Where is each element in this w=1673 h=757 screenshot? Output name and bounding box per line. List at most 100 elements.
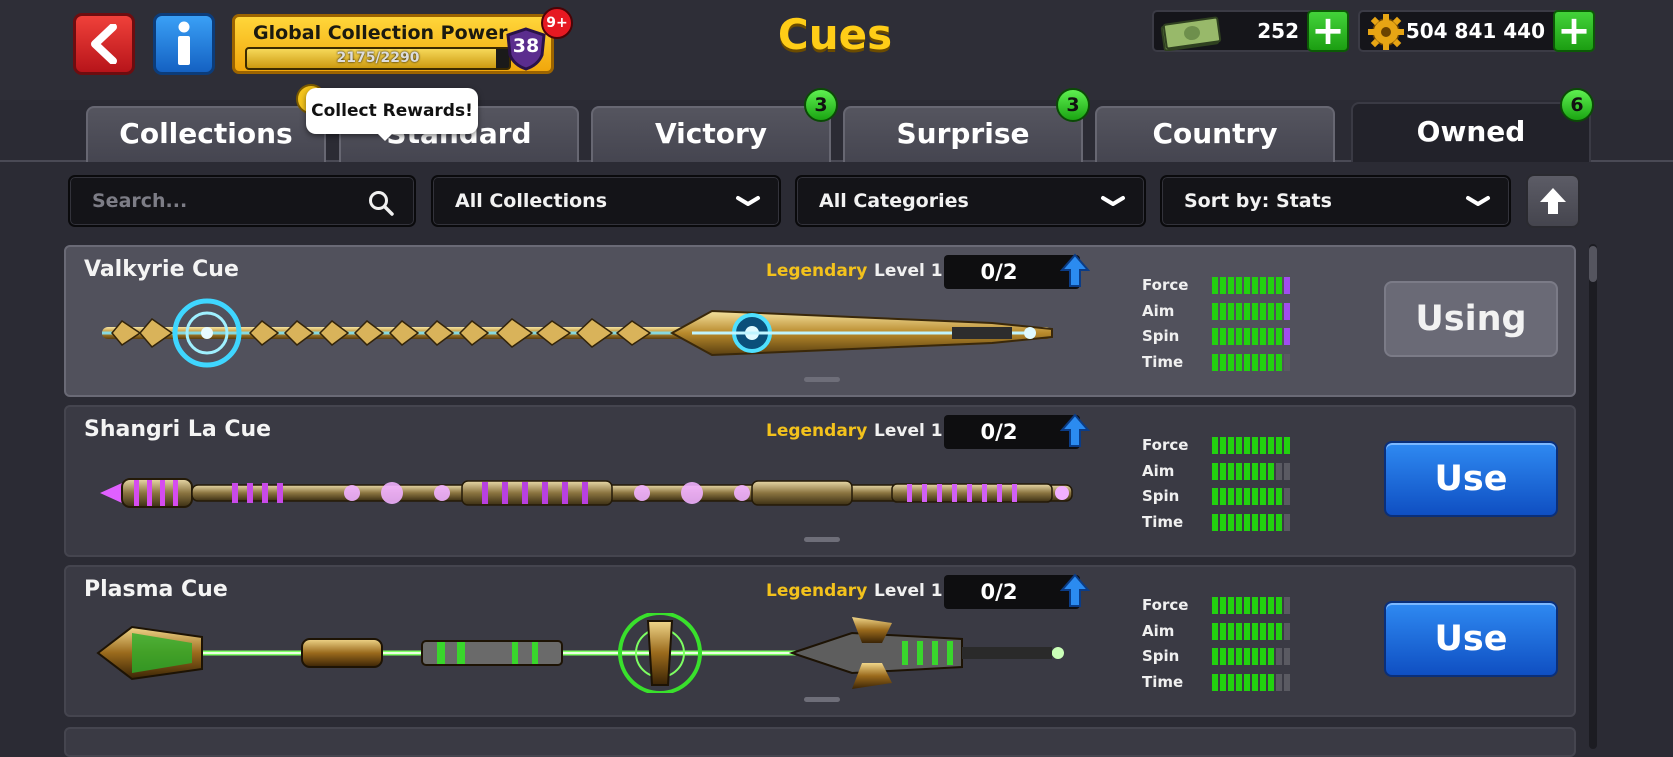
stat-label: Force bbox=[1142, 276, 1189, 294]
stat-segment bbox=[1268, 277, 1274, 294]
stat-segment bbox=[1212, 648, 1218, 665]
cue-name: Plasma Cue bbox=[84, 577, 228, 602]
collection-power-button[interactable]: Global Collection Power 2175/2290 38 bbox=[232, 14, 554, 74]
using-button[interactable]: Using bbox=[1384, 281, 1558, 357]
stat-label: Spin bbox=[1142, 647, 1180, 665]
upgrade-arrow-icon[interactable] bbox=[1060, 413, 1090, 449]
scrollbar-thumb[interactable] bbox=[1589, 246, 1597, 282]
cash-counter: 252 + bbox=[1152, 10, 1349, 52]
stat-segment bbox=[1268, 513, 1274, 531]
upgrade-arrow-icon[interactable] bbox=[1060, 573, 1090, 609]
stat-segment bbox=[1284, 353, 1290, 371]
stat-bar bbox=[1212, 513, 1290, 531]
cue-row-plasma[interactable]: Plasma Cue Legendary Level 1 0/2 Force A… bbox=[64, 565, 1576, 717]
stat-bar bbox=[1212, 648, 1290, 665]
stat-segment bbox=[1276, 513, 1282, 531]
cue-stats: Force Aim Spin Time bbox=[1142, 435, 1302, 537]
stat-segment bbox=[1260, 328, 1266, 345]
tab-collections[interactable]: Collections bbox=[86, 106, 326, 162]
cue-rarity: Legendary bbox=[766, 421, 868, 441]
upgrade-arrow-icon[interactable] bbox=[1060, 253, 1090, 289]
stat-segment bbox=[1260, 648, 1266, 665]
stat-segment bbox=[1268, 622, 1274, 640]
stat-bar bbox=[1212, 673, 1290, 691]
stat-segment bbox=[1220, 277, 1226, 294]
stat-segment bbox=[1252, 353, 1258, 371]
stat-bar bbox=[1212, 328, 1290, 345]
stat-force: Force bbox=[1142, 275, 1302, 301]
stat-segment bbox=[1244, 277, 1250, 294]
page-title: Cues bbox=[777, 10, 893, 59]
stat-segment bbox=[1244, 328, 1250, 345]
tab-country[interactable]: Country bbox=[1095, 106, 1335, 162]
notification-badge: 9+ bbox=[541, 7, 573, 39]
add-cash-button[interactable]: + bbox=[1307, 10, 1349, 52]
stat-segment bbox=[1236, 648, 1242, 665]
stat-segment bbox=[1212, 328, 1218, 345]
info-button[interactable] bbox=[153, 13, 215, 75]
stat-segment bbox=[1284, 328, 1290, 345]
stat-bar bbox=[1212, 437, 1290, 454]
stat-segment bbox=[1244, 488, 1250, 505]
search-input[interactable]: Search... bbox=[68, 175, 416, 227]
stat-segment bbox=[1236, 597, 1242, 614]
stat-segment bbox=[1252, 673, 1258, 691]
stat-segment bbox=[1284, 302, 1290, 320]
stat-force: Force bbox=[1142, 435, 1302, 461]
plasma-cue-image bbox=[96, 613, 1064, 693]
stat-segment bbox=[1212, 302, 1218, 320]
tab-surprise[interactable]: Surprise bbox=[843, 106, 1083, 162]
stat-segment bbox=[1276, 622, 1282, 640]
stat-segment bbox=[1228, 597, 1234, 614]
stat-segment bbox=[1220, 462, 1226, 480]
stat-segment bbox=[1284, 648, 1290, 665]
cue-level: Level 1 bbox=[874, 581, 943, 601]
add-coins-button[interactable]: + bbox=[1553, 10, 1595, 52]
collections-dropdown[interactable]: All Collections bbox=[431, 175, 781, 227]
stat-segment bbox=[1244, 513, 1250, 531]
stat-bar bbox=[1212, 462, 1290, 480]
tab-victory[interactable]: Victory bbox=[591, 106, 831, 162]
plus-icon: + bbox=[1557, 8, 1591, 54]
tab-owned[interactable]: Owned bbox=[1351, 102, 1591, 162]
stat-segment bbox=[1220, 648, 1226, 665]
stat-segment bbox=[1244, 673, 1250, 691]
stat-aim: Aim bbox=[1142, 301, 1302, 327]
stat-label: Force bbox=[1142, 436, 1189, 454]
cue-rarity: Legendary bbox=[766, 581, 868, 601]
stat-segment bbox=[1212, 488, 1218, 505]
stat-spin: Spin bbox=[1142, 326, 1302, 352]
sort-dropdown[interactable]: Sort by: Stats bbox=[1160, 175, 1511, 227]
stat-segment bbox=[1260, 673, 1266, 691]
cash-icon bbox=[1160, 16, 1222, 51]
cue-stats: Force Aim Spin Time bbox=[1142, 275, 1302, 377]
stat-segment bbox=[1252, 648, 1258, 665]
categories-dropdown[interactable]: All Categories bbox=[795, 175, 1146, 227]
stat-aim: Aim bbox=[1142, 621, 1302, 647]
coins-counter: 504 841 440 + bbox=[1358, 10, 1595, 52]
cue-name: Valkyrie Cue bbox=[84, 257, 239, 282]
sort-direction-button[interactable] bbox=[1526, 174, 1580, 228]
use-button[interactable]: Use bbox=[1384, 601, 1558, 677]
stat-segment bbox=[1220, 597, 1226, 614]
back-button[interactable] bbox=[73, 13, 135, 75]
chevron-down-icon bbox=[736, 196, 760, 206]
stat-segment bbox=[1236, 353, 1242, 371]
stat-segment bbox=[1276, 437, 1282, 454]
stat-segment bbox=[1236, 488, 1242, 505]
stat-segment bbox=[1220, 328, 1226, 345]
stat-segment bbox=[1260, 488, 1266, 505]
stat-segment bbox=[1268, 597, 1274, 614]
stat-segment bbox=[1260, 353, 1266, 371]
stat-segment bbox=[1268, 328, 1274, 345]
scrollbar-track[interactable] bbox=[1589, 244, 1597, 749]
cue-name: Shangri La Cue bbox=[84, 417, 272, 442]
stat-segment bbox=[1260, 302, 1266, 320]
collect-rewards-tooltip[interactable]: Collect Rewards! bbox=[306, 88, 478, 141]
cue-rarity: Legendary bbox=[766, 261, 868, 281]
cue-stats: Force Aim Spin Time bbox=[1142, 595, 1302, 697]
cue-row-valkyrie[interactable]: Valkyrie Cue Legendary Level 1 0/2 Force… bbox=[64, 245, 1576, 397]
stat-segment bbox=[1236, 673, 1242, 691]
cue-row-shangri-la[interactable]: Shangri La Cue Legendary Level 1 0/2 For… bbox=[64, 405, 1576, 557]
use-button[interactable]: Use bbox=[1384, 441, 1558, 517]
